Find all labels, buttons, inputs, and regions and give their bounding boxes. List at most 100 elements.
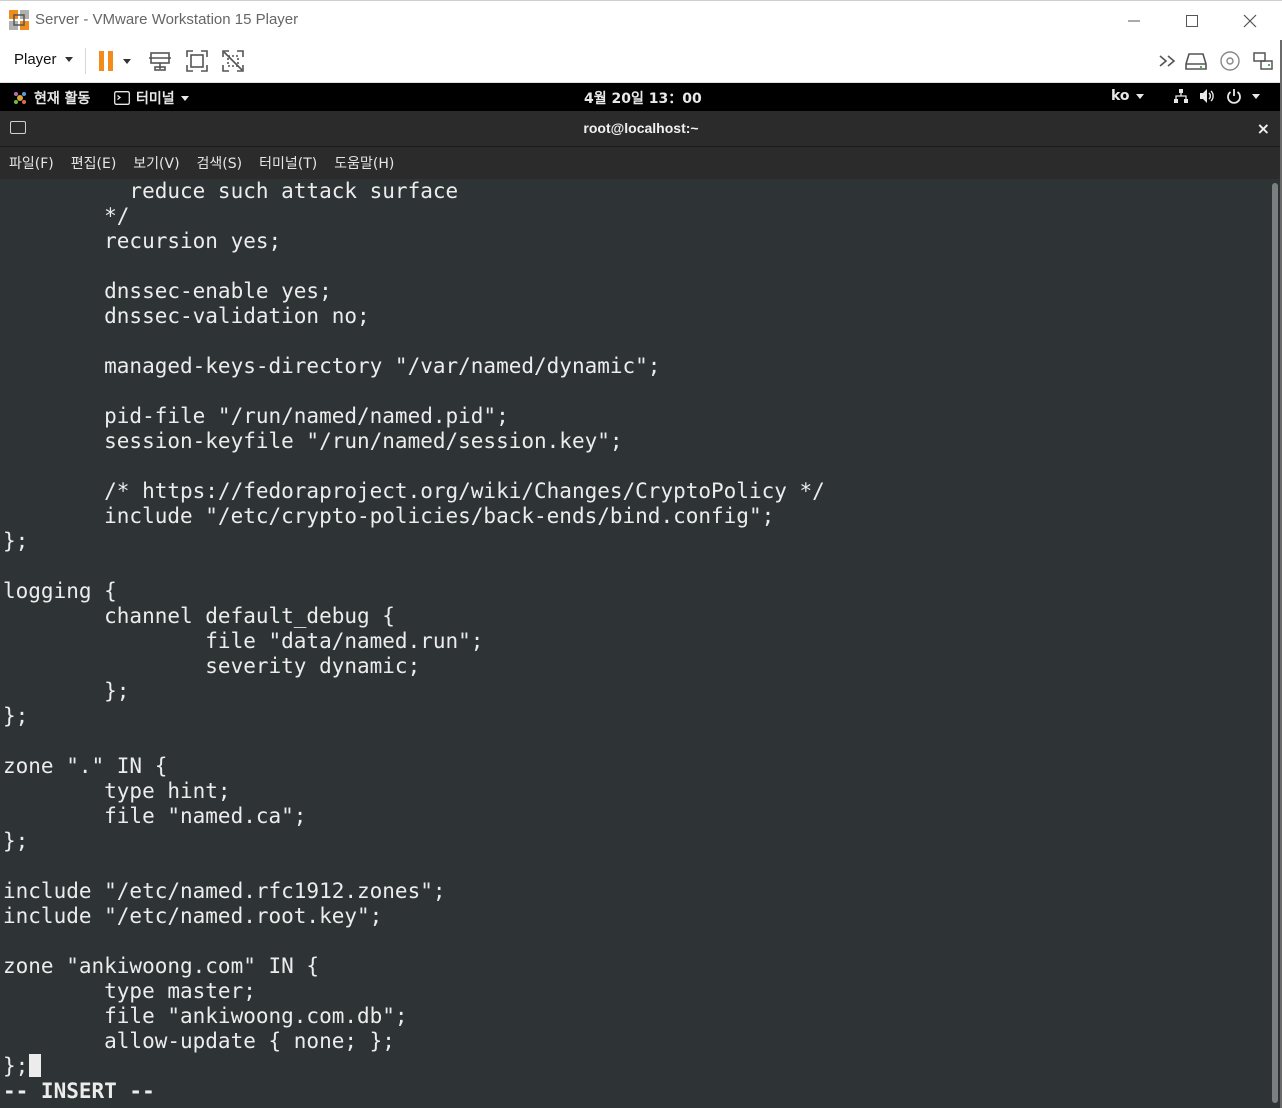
toolbar-divider: [85, 48, 86, 74]
menu-help[interactable]: 도움말(H): [334, 153, 394, 173]
code-line: managed-keys-directory "/var/named/dynam…: [3, 354, 661, 378]
terminal-title: root@localhost:~: [583, 120, 699, 136]
chevron-down-icon: [1135, 93, 1144, 99]
more-devices-button[interactable]: [1155, 48, 1181, 74]
activities-button[interactable]: 현재 활동: [12, 88, 90, 108]
code-line: recursion yes;: [3, 229, 282, 253]
terminal-headerbar: root@localhost:~ ×: [0, 111, 1282, 147]
code-line: };: [3, 679, 130, 703]
text-cursor: [29, 1054, 42, 1077]
unity-button[interactable]: [220, 48, 246, 74]
chevron-down-icon: [123, 58, 131, 64]
code-line: allow-update { none; };: [3, 1029, 395, 1053]
pause-dropdown-button[interactable]: [118, 48, 136, 74]
code-line: file "data/named.run";: [3, 629, 484, 653]
menu-view[interactable]: 보기(V): [133, 153, 179, 173]
code-line: };: [3, 1054, 29, 1078]
network-icon: [1174, 89, 1188, 103]
code-line: file "named.ca";: [3, 804, 307, 828]
code-buffer: reduce such attack surface */ recursion …: [3, 179, 825, 1104]
code-line: type master;: [3, 979, 256, 1003]
code-line: type hint;: [3, 779, 231, 803]
hard-disk-icon: [1185, 53, 1207, 70]
code-line: file "ankiwoong.com.db";: [3, 1004, 408, 1028]
vim-mode-status: -- INSERT --: [3, 1079, 155, 1103]
app-menu-label: 터미널: [136, 91, 175, 107]
code-line: reduce such attack surface: [3, 179, 459, 203]
window-titlebar: Server - VMware Workstation 15 Player: [0, 0, 1282, 40]
code-line: };: [3, 829, 29, 853]
network-adapter-icon: [1253, 52, 1273, 70]
chevron-down-icon: [64, 57, 73, 62]
player-menu-button[interactable]: Player: [14, 51, 73, 68]
code-line: pid-file "/run/named/named.pid";: [3, 404, 509, 428]
terminal-icon: [114, 91, 130, 105]
double-chevron-icon: [1159, 55, 1176, 67]
menu-edit[interactable]: 편집(E): [71, 153, 117, 173]
minimize-icon: [1128, 20, 1140, 22]
input-method-label: ko: [1111, 88, 1130, 104]
code-line: */: [3, 204, 130, 228]
code-line: /* https://fedoraproject.org/wiki/Change…: [3, 479, 825, 503]
send-ctrl-alt-del-button[interactable]: [147, 48, 173, 74]
window-title: Server - VMware Workstation 15 Player: [35, 11, 299, 28]
code-line: session-keyfile "/run/named/session.key"…: [3, 429, 623, 453]
code-line-cursor: };: [3, 1054, 825, 1079]
vmware-app-icon: [8, 9, 30, 31]
unity-icon: [222, 50, 244, 72]
system-menu-button[interactable]: [1173, 88, 1260, 104]
code-line: zone "ankiwoong.com" IN {: [3, 954, 320, 978]
terminal-menubar: 파일(F) 편집(E) 보기(V) 검색(S) 터미널(T) 도움말(H): [0, 147, 1282, 179]
code-line: include "/etc/named.root.key";: [3, 904, 383, 928]
pause-button[interactable]: [93, 48, 119, 74]
input-method-button[interactable]: ko: [1111, 88, 1144, 104]
fullscreen-button[interactable]: [184, 48, 210, 74]
code-line: include "/etc/named.rfc1912.zones";: [3, 879, 446, 903]
maximize-button[interactable]: [1163, 1, 1221, 41]
network-adapter-button[interactable]: [1250, 48, 1276, 74]
pause-icon: [99, 51, 113, 71]
code-line: channel default_debug {: [3, 604, 395, 628]
code-line: };: [3, 704, 29, 728]
terminal-close-button[interactable]: ×: [1257, 119, 1270, 138]
code-line: dnssec-enable yes;: [3, 279, 332, 303]
scrollbar-thumb[interactable]: [1272, 183, 1278, 1103]
code-line: logging {: [3, 579, 117, 603]
cd-rom-button[interactable]: [1217, 48, 1243, 74]
minimize-button[interactable]: [1105, 1, 1163, 41]
menu-terminal[interactable]: 터미널(T): [259, 153, 317, 173]
menu-search[interactable]: 검색(S): [197, 153, 243, 173]
menu-file[interactable]: 파일(F): [9, 153, 54, 173]
code-line: include "/etc/crypto-policies/back-ends/…: [3, 504, 775, 528]
maximize-icon: [1186, 15, 1198, 27]
terminal-content[interactable]: reduce such attack surface */ recursion …: [0, 179, 1270, 1108]
code-line: zone "." IN {: [3, 754, 168, 778]
send-ctrl-alt-del-icon: [149, 52, 171, 71]
chevron-down-icon: [1252, 93, 1260, 99]
app-menu-button[interactable]: 터미널: [114, 88, 189, 108]
gnome-top-bar: 현재 활동 터미널 4월 20일 13：00 ko: [0, 83, 1282, 111]
activities-icon: [14, 92, 26, 104]
code-line: severity dynamic;: [3, 654, 421, 678]
vmware-toolbar: Player: [0, 40, 1282, 83]
chevron-down-icon: [180, 95, 189, 101]
activities-label: 현재 활동: [34, 91, 91, 107]
hard-disk-button[interactable]: [1183, 48, 1209, 74]
close-icon: [1243, 14, 1257, 28]
clock-button[interactable]: 4월 20일 13：00: [584, 88, 702, 108]
cd-rom-icon: [1220, 51, 1240, 71]
close-button[interactable]: [1221, 1, 1279, 41]
volume-icon: [1200, 89, 1214, 103]
power-icon: [1227, 89, 1241, 104]
clock-label: 4월 20일 13：00: [584, 91, 702, 107]
fullscreen-icon: [186, 50, 208, 72]
player-label: Player: [14, 51, 57, 68]
